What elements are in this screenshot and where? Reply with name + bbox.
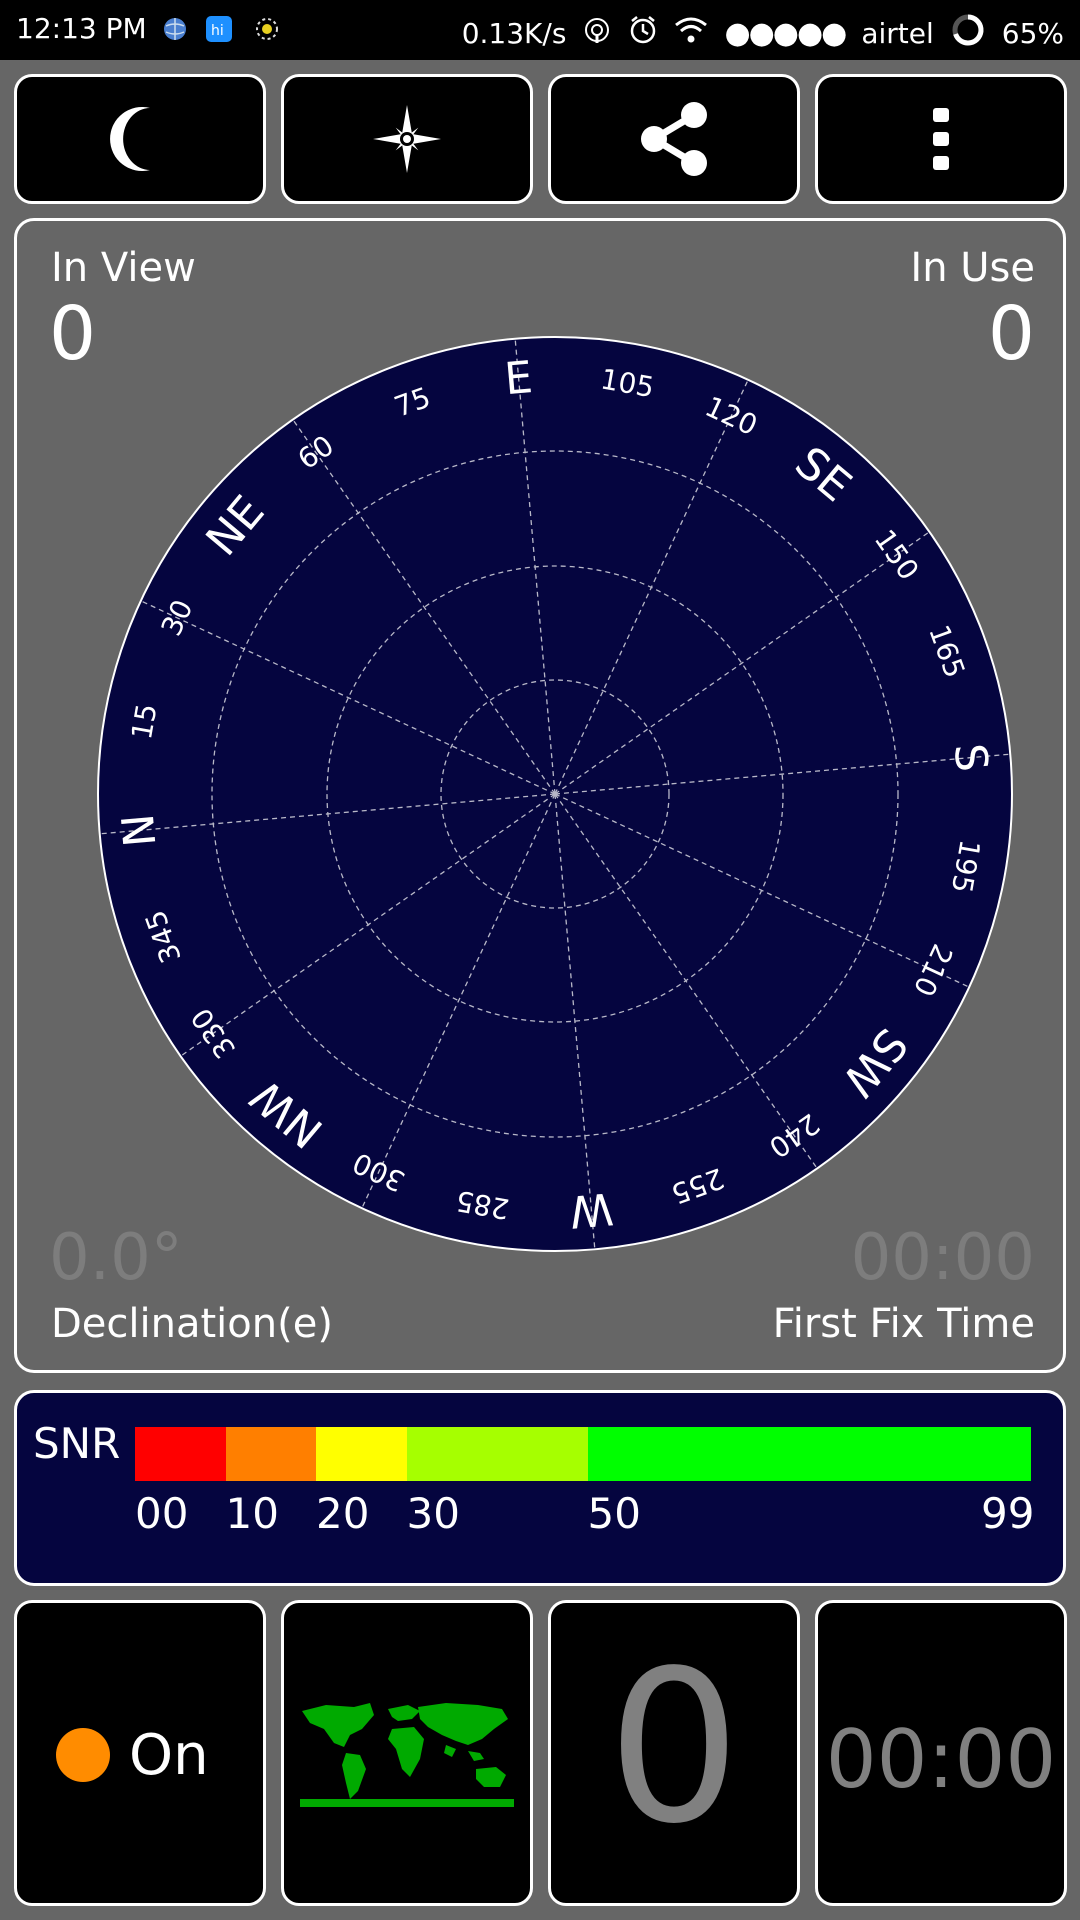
world-map-icon [300, 1703, 514, 1807]
network-speed: 0.13K/s [461, 17, 567, 50]
compass-star-icon [373, 105, 441, 173]
dial-label-15: 15 [125, 701, 164, 742]
world-map-tile[interactable] [281, 1600, 533, 1906]
night-mode-button[interactable] [14, 74, 266, 204]
snr-segment-0 [135, 1427, 226, 1481]
hotspot-icon [582, 15, 612, 52]
snr-tick-50: 50 [587, 1489, 641, 1538]
satellite-count-value: 0 [607, 1625, 741, 1870]
status-right: 0.13K/s ●●●●● airtel 65% [462, 12, 1064, 55]
dial-label-n: N [113, 812, 167, 849]
first-fix-value: 00:00 [850, 1221, 1035, 1295]
more-options-button[interactable] [815, 74, 1067, 204]
satellite-sky-dial[interactable]: N1530NE6075 E 105120SE150165S195210SW24025… [14, 218, 1066, 1373]
battery-ring-icon [950, 12, 986, 55]
gps-status-tile[interactable]: On [14, 1600, 266, 1906]
share-button[interactable] [548, 74, 800, 204]
status-dot-icon [56, 1728, 110, 1782]
snr-segment-1 [225, 1427, 316, 1481]
status-bar: 12:13 PM hi 0.13K/s ●●●●● airtel 65% [0, 0, 1080, 60]
battery-percent: 65% [1001, 17, 1064, 50]
declination-value: 0.0° [49, 1221, 183, 1295]
declination-label: Declination(e) [51, 1301, 333, 1347]
snr-legend-panel: SNR 00 10 20 30 50 99 [14, 1390, 1066, 1586]
snr-color-bar [135, 1427, 1031, 1481]
snr-tick-99: 99 [981, 1489, 1035, 1538]
snr-tick-10: 10 [225, 1489, 279, 1538]
gps-status-label: On [129, 1723, 209, 1788]
signal-strength: ●●●●● [724, 16, 847, 51]
sky-view-panel: In View 0 In Use 0 N 15 30 NE 60 75 E 105 120 SE 1… [14, 218, 1066, 1373]
wifi-icon [674, 15, 708, 52]
moon-icon [110, 107, 150, 171]
dial-label-w: W [567, 1182, 615, 1237]
share-icon [641, 102, 707, 176]
dial-label-s: S [944, 742, 997, 774]
snr-tick-30: 30 [406, 1489, 460, 1538]
globe-notification-icon [160, 14, 190, 44]
hi-notification-icon: hi [204, 14, 234, 44]
first-fix-label: First Fix Time [772, 1301, 1035, 1347]
snr-tick-00: 00 [135, 1489, 189, 1538]
alarm-icon [628, 15, 658, 52]
dial-label-e: E [503, 352, 535, 405]
snr-segment-3 [406, 1427, 588, 1481]
timer-value: 00:00 [825, 1713, 1057, 1806]
vertical-dots-icon [933, 108, 949, 170]
carrier-name: airtel [861, 17, 934, 50]
timer-tile[interactable]: 00:00 [815, 1600, 1067, 1906]
status-time: 12:13 PM [16, 12, 147, 45]
compass-button[interactable] [281, 74, 533, 204]
snr-segment-2 [316, 1427, 407, 1481]
sun-notification-icon [252, 14, 282, 44]
snr-title: SNR [33, 1419, 121, 1468]
satellite-count-tile[interactable]: 0 [548, 1600, 800, 1906]
svg-text:hi: hi [211, 23, 224, 39]
snr-tick-20: 20 [316, 1489, 370, 1538]
snr-segment-4 [587, 1427, 1031, 1481]
